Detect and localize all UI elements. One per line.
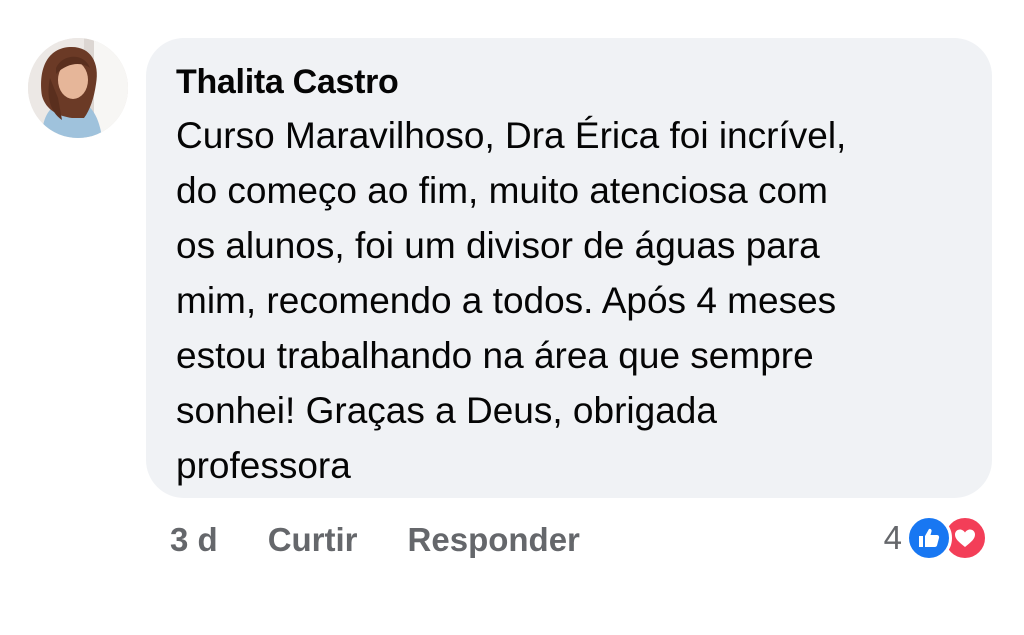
comment-text-line: os alunos, foi um divisor de águas para	[176, 225, 820, 266]
comment-bubble: Thalita Castro Curso Maravilhoso, Dra Ér…	[146, 38, 992, 498]
comment-text-line: Curso Maravilhoso, Dra Érica foi incríve…	[176, 115, 847, 156]
comment-text-line: sonhei! Graças a Deus, obrigada	[176, 390, 717, 431]
reaction-count: 4	[883, 519, 902, 556]
avatar[interactable]	[28, 38, 128, 138]
comment-text-line: estou trabalhando na área que sempre	[176, 335, 814, 376]
comment: Thalita Castro Curso Maravilhoso, Dra Ér…	[0, 0, 1024, 635]
reply-button[interactable]: Responder	[408, 521, 580, 559]
comment-timestamp[interactable]: 3 d	[170, 521, 218, 559]
like-button[interactable]: Curtir	[268, 521, 358, 559]
comment-text-line: do começo ao fim, muito atenciosa com	[176, 170, 828, 211]
comment-text-line: mim, recomendo a todos. Após 4 meses	[176, 280, 837, 321]
comment-text: Curso Maravilhoso, Dra Érica foi incríve…	[176, 108, 966, 493]
author-name[interactable]: Thalita Castro	[176, 60, 962, 104]
avatar-photo	[28, 38, 128, 138]
reactions-summary[interactable]: 4	[884, 514, 988, 562]
thumbs-up-icon	[906, 515, 952, 561]
comment-text-line: professora	[176, 445, 351, 486]
comment-actions: 3 d Curtir Responder	[170, 516, 580, 564]
